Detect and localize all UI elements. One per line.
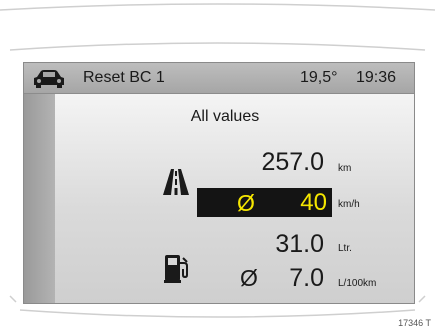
panel-subtitle: All values [190, 108, 260, 125]
distance-value: 257.0 [261, 148, 324, 176]
outside-temperature: 19,5° [300, 69, 338, 86]
display-header: Reset BC 1 19,5° 19:36 [24, 63, 414, 94]
header-title: Reset BC 1 [83, 69, 165, 86]
distance-unit: km [338, 163, 352, 174]
fuel-pump-icon [164, 255, 188, 283]
average-speed-unit: km/h [338, 199, 360, 210]
values-panel: All values 257.0 km Ø 40 km/h 31.0 Ltr. … [55, 94, 414, 303]
figure-reference: 17346 T [398, 318, 431, 328]
fuel-used-unit: Ltr. [338, 243, 352, 254]
fuel-used-value: 31.0 [275, 230, 324, 258]
display-side-strip [24, 94, 55, 303]
clock: 19:36 [356, 69, 397, 86]
average-symbol: Ø [237, 190, 255, 216]
average-speed-value: 40 [300, 189, 327, 216]
display-bezel-top [0, 3, 435, 51]
average-speed-highlight[interactable]: Ø 40 [197, 188, 332, 217]
average-consumption-unit: L/100km [338, 278, 377, 289]
road-icon [163, 169, 189, 195]
average-symbol: Ø [240, 265, 258, 291]
car-icon [34, 70, 64, 88]
board-computer-display: Reset BC 1 19,5° 19:36 All values 257.0 … [23, 62, 415, 304]
average-consumption-value: 7.0 [289, 264, 324, 292]
